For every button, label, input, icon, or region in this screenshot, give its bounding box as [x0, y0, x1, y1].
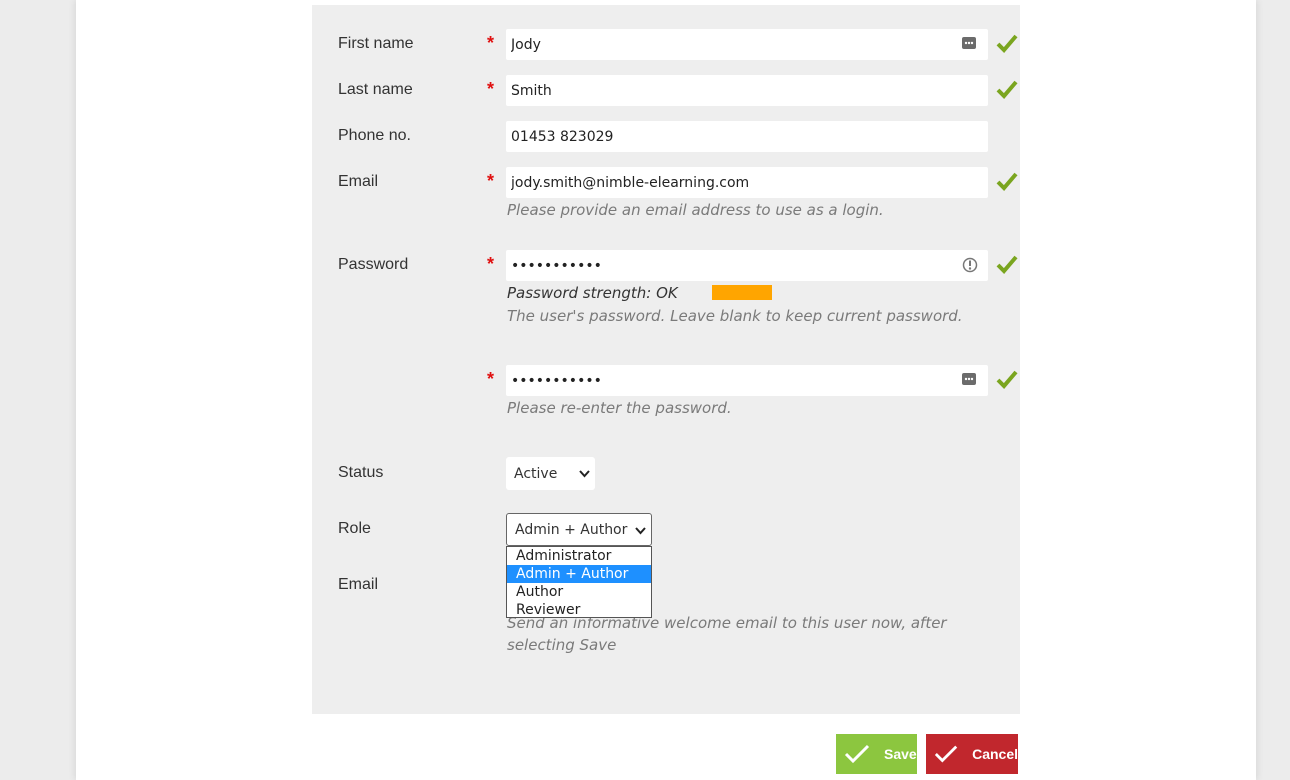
password-confirm-input[interactable]: ••••••••••• [506, 365, 988, 396]
phone-label: Phone no. [338, 127, 411, 144]
user-form-panel [312, 5, 1020, 714]
password-strength-bar [712, 285, 772, 300]
save-button[interactable]: Save [836, 734, 917, 774]
phone-value: 01453 823029 [511, 128, 614, 145]
email-input[interactable]: jody.smith@nimble-elearning.com [506, 167, 988, 198]
password-label: Password [338, 256, 409, 273]
save-button-label: Save [884, 746, 917, 762]
role-dropdown-list: Administrator Admin + Author Author Revi… [506, 546, 652, 618]
phone-input[interactable]: 01453 823029 [506, 121, 988, 152]
cancel-button-label: Cancel [972, 746, 1018, 762]
check-icon [844, 744, 870, 764]
ellipsis-icon[interactable] [962, 36, 976, 50]
last-name-label: Last name [338, 81, 413, 98]
welcome-email-hint-cont: selecting Save [507, 636, 617, 654]
role-label: Role [338, 520, 371, 537]
password-strength-label: Password strength: OK [507, 284, 678, 302]
email-value: jody.smith@nimble-elearning.com [511, 174, 750, 191]
required-marker: * [487, 254, 495, 274]
password-confirm-hint: Please re-enter the password. [507, 399, 732, 417]
required-marker: * [487, 33, 495, 53]
role-option-administrator[interactable]: Administrator [507, 547, 651, 565]
chevron-down-icon [635, 527, 646, 535]
status-value: Active [514, 465, 558, 482]
welcome-email-label: Email [338, 576, 379, 593]
required-marker: * [487, 171, 495, 191]
role-value: Admin + Author [515, 521, 628, 538]
last-name-input[interactable]: Smith [506, 75, 988, 106]
check-icon [996, 34, 1018, 53]
password-input[interactable]: ••••••••••• [506, 250, 988, 281]
first-name-value: Jody [511, 36, 541, 53]
email-label: Email [338, 173, 379, 190]
status-select[interactable]: Active [506, 457, 595, 490]
password-hint: The user's password. Leave blank to keep… [507, 307, 963, 325]
first-name-input[interactable]: Jody [506, 29, 988, 60]
cancel-button[interactable]: Cancel [926, 734, 1018, 774]
reveal-password-icon[interactable] [962, 257, 978, 273]
last-name-value: Smith [511, 82, 552, 99]
required-marker: * [487, 369, 495, 389]
email-hint: Please provide an email address to use a… [507, 201, 884, 219]
role-option-admin-author[interactable]: Admin + Author [507, 565, 651, 583]
check-icon [934, 745, 958, 763]
check-icon [996, 80, 1018, 99]
check-icon [996, 370, 1018, 389]
password-confirm-value: ••••••••••• [511, 372, 602, 389]
password-value: ••••••••••• [511, 257, 602, 274]
role-option-reviewer[interactable]: Reviewer [507, 601, 651, 619]
check-icon [996, 255, 1018, 274]
check-icon [996, 172, 1018, 191]
role-option-author[interactable]: Author [507, 583, 651, 601]
first-name-label: First name [338, 35, 414, 52]
required-marker: * [487, 79, 495, 99]
chevron-down-icon [579, 470, 590, 478]
status-label: Status [338, 464, 384, 481]
ellipsis-icon[interactable] [962, 372, 976, 386]
role-select[interactable]: Admin + Author [506, 513, 652, 546]
